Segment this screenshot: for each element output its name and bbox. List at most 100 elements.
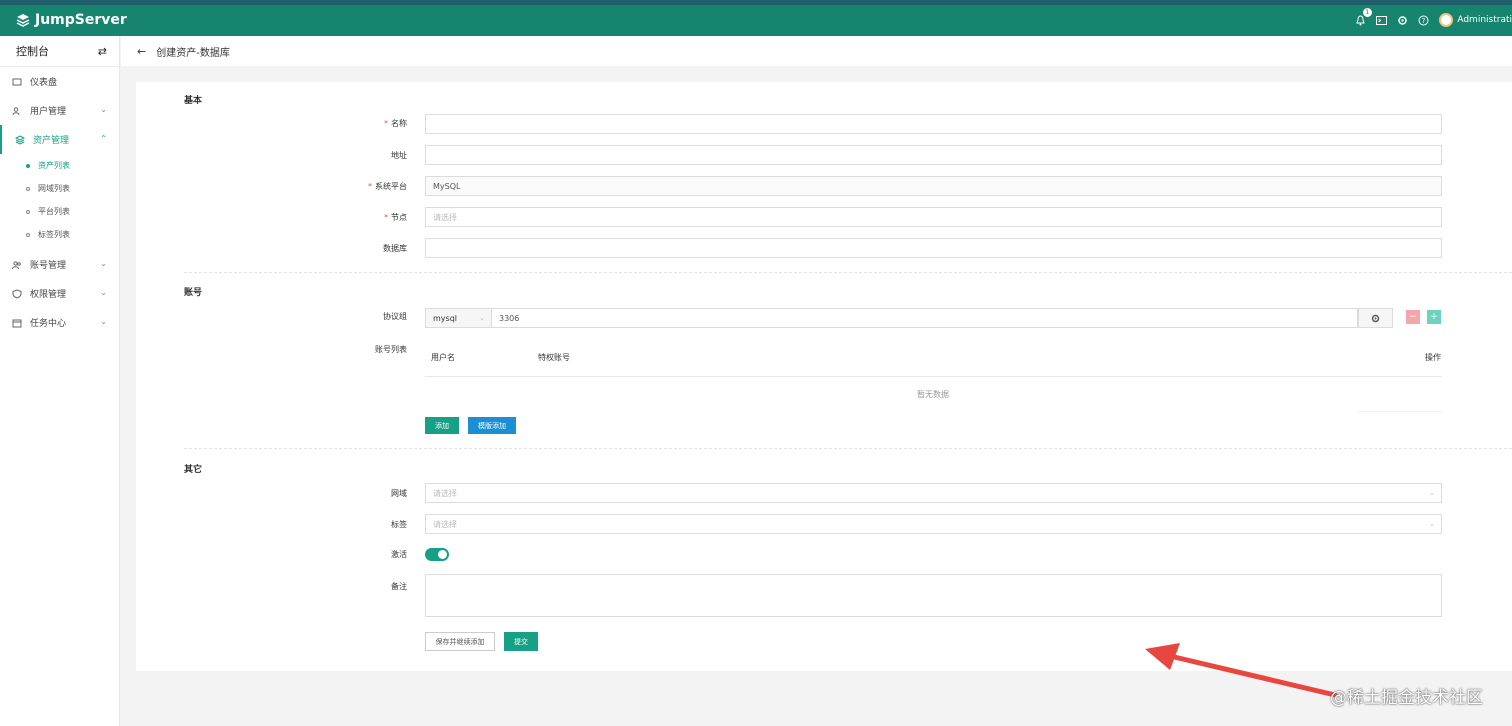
labels-placeholder: 请选择 — [433, 519, 457, 529]
column-header-privileged: 特权账号 — [538, 353, 570, 362]
shield-icon — [12, 288, 22, 299]
users-icon — [12, 106, 22, 116]
database-input[interactable] — [425, 238, 1442, 258]
sidebar-header: 控制台 ⇄ — [0, 36, 119, 67]
sidebar-item-permissions[interactable]: 权限管理 ⌄ — [0, 279, 119, 308]
chevron-down-icon: ⌄ — [479, 314, 485, 322]
help-icon[interactable]: ? — [1418, 15, 1429, 26]
required-mark: * — [368, 182, 372, 191]
port-value: 3306 — [499, 313, 520, 323]
protocol-value: mysql — [433, 313, 457, 323]
column-header-username: 用户名 — [431, 353, 455, 362]
bullet-icon — [26, 186, 30, 191]
bell-icon[interactable]: 1 — [1355, 7, 1373, 26]
save-continue-button[interactable]: 保存并继续添加 — [425, 632, 495, 651]
sidebar-subitem-label: 网域列表 — [38, 184, 70, 193]
name-input[interactable] — [425, 114, 1442, 134]
section-divider — [184, 448, 1512, 449]
port-input[interactable]: 3306 — [492, 308, 1358, 328]
sidebar-item-assets[interactable]: 资产管理 ⌃ — [0, 125, 119, 154]
domain-label: 网域 — [391, 489, 407, 498]
asset-form-card: 基本 * 名称 地址 * 系统平台 MySQL * 节点 请选择 数据库 账号 协议组… — [136, 82, 1512, 671]
sidebar-subitem-label: 资产列表 — [38, 161, 70, 170]
switch-view-icon[interactable]: ⇄ — [98, 45, 107, 58]
sidebar-item-tasks[interactable]: 任务中心 ⌄ — [0, 308, 119, 337]
node-placeholder: 请选择 — [433, 212, 457, 222]
chevron-down-icon: ⌄ — [100, 105, 107, 114]
name-label-text: 名称 — [391, 119, 407, 128]
account-list-label: 账号列表 — [375, 345, 407, 354]
sidebar-subitem-platform-list[interactable]: 平台列表 — [0, 200, 119, 223]
active-toggle[interactable] — [425, 548, 449, 561]
name-label: * 名称 — [307, 118, 407, 129]
calendar-icon — [12, 318, 22, 328]
sidebar-item-dashboard[interactable]: 仪表盘 — [0, 67, 119, 96]
add-protocol-button[interactable]: + — [1427, 310, 1441, 324]
sidebar-item-label: 用户管理 — [30, 107, 67, 117]
address-label: 地址 — [391, 151, 407, 160]
required-mark: * — [384, 213, 388, 222]
add-account-button[interactable]: 添加 — [425, 417, 459, 434]
annotation-arrow-icon — [1145, 643, 1338, 698]
watermark-text: @稀土掘金技术社区 — [1330, 688, 1483, 708]
column-header-actions: 操作 — [1425, 353, 1441, 362]
chevron-down-icon: ⌄ — [100, 317, 107, 326]
sidebar-subitem-label-list[interactable]: 标签列表 — [0, 223, 119, 246]
platform-value: MySQL — [433, 181, 461, 191]
required-mark: * — [384, 119, 388, 128]
table-footer-border — [1358, 411, 1442, 412]
accounts-icon — [12, 260, 22, 270]
svg-text:?: ? — [1422, 17, 1426, 25]
protocol-label: 协议组 — [383, 312, 407, 321]
platform-label-text: 系统平台 — [375, 182, 407, 191]
domain-placeholder: 请选择 — [433, 488, 457, 498]
bullet-icon — [26, 209, 30, 214]
node-label: * 节点 — [307, 212, 407, 223]
page-header: ← 创建资产-数据库 — [121, 36, 1512, 66]
app-logo[interactable]: JumpServer — [16, 12, 127, 28]
sidebar-subitem-domain-list[interactable]: 网域列表 — [0, 177, 119, 200]
sidebar-item-label: 仪表盘 — [30, 78, 58, 88]
table-empty-text: 暂无数据 — [917, 390, 949, 399]
active-label: 激活 — [391, 550, 407, 559]
assets-icon — [14, 134, 26, 145]
page-title: 创建资产-数据库 — [156, 47, 230, 59]
top-navbar: JumpServer 1 ? Administrati — [0, 0, 1512, 36]
sidebar-subitem-asset-list[interactable]: 资产列表 — [0, 154, 119, 177]
domain-select[interactable]: 请选择 ⌄ — [425, 483, 1442, 503]
sidebar-item-accounts[interactable]: 账号管理 ⌄ — [0, 250, 119, 279]
address-input[interactable] — [425, 145, 1442, 165]
sidebar-item-label: 任务中心 — [30, 319, 67, 329]
node-select[interactable]: 请选择 — [425, 207, 1442, 227]
comment-textarea[interactable] — [425, 574, 1442, 617]
minus-icon: − — [1409, 312, 1417, 322]
labels-select[interactable]: 请选择 ⌄ — [425, 514, 1442, 534]
back-arrow-icon[interactable]: ← — [137, 45, 146, 58]
submit-button[interactable]: 提交 — [504, 632, 538, 651]
protocol-settings-button[interactable] — [1358, 308, 1393, 328]
bullet-icon — [26, 232, 30, 237]
sidebar-subitem-label: 平台列表 — [38, 207, 70, 216]
bullet-icon — [26, 163, 30, 168]
comment-label: 备注 — [391, 582, 407, 591]
sidebar-item-label: 权限管理 — [30, 290, 67, 300]
database-label: 数据库 — [383, 244, 407, 253]
section-title-account: 账号 — [184, 288, 203, 298]
table-header-border — [425, 376, 1442, 377]
remove-protocol-button[interactable]: − — [1406, 310, 1420, 324]
gear-icon — [1371, 314, 1380, 322]
settings-gear-icon[interactable] — [1397, 15, 1408, 26]
template-add-button[interactable]: 模版添加 — [468, 417, 516, 434]
notification-badge: 1 — [1362, 7, 1373, 17]
section-title-other: 其它 — [184, 465, 203, 475]
sidebar-title: 控制台 — [16, 45, 49, 58]
platform-input: MySQL — [425, 176, 1442, 196]
dashboard-icon — [12, 77, 22, 87]
section-divider — [184, 272, 1512, 273]
user-name[interactable]: Administrati — [1457, 15, 1512, 25]
node-label-text: 节点 — [391, 213, 407, 222]
user-avatar[interactable] — [1439, 13, 1454, 27]
sidebar-item-users[interactable]: 用户管理 ⌄ — [0, 96, 119, 125]
terminal-icon[interactable] — [1376, 15, 1388, 26]
protocol-select[interactable]: mysql ⌄ — [425, 308, 492, 328]
